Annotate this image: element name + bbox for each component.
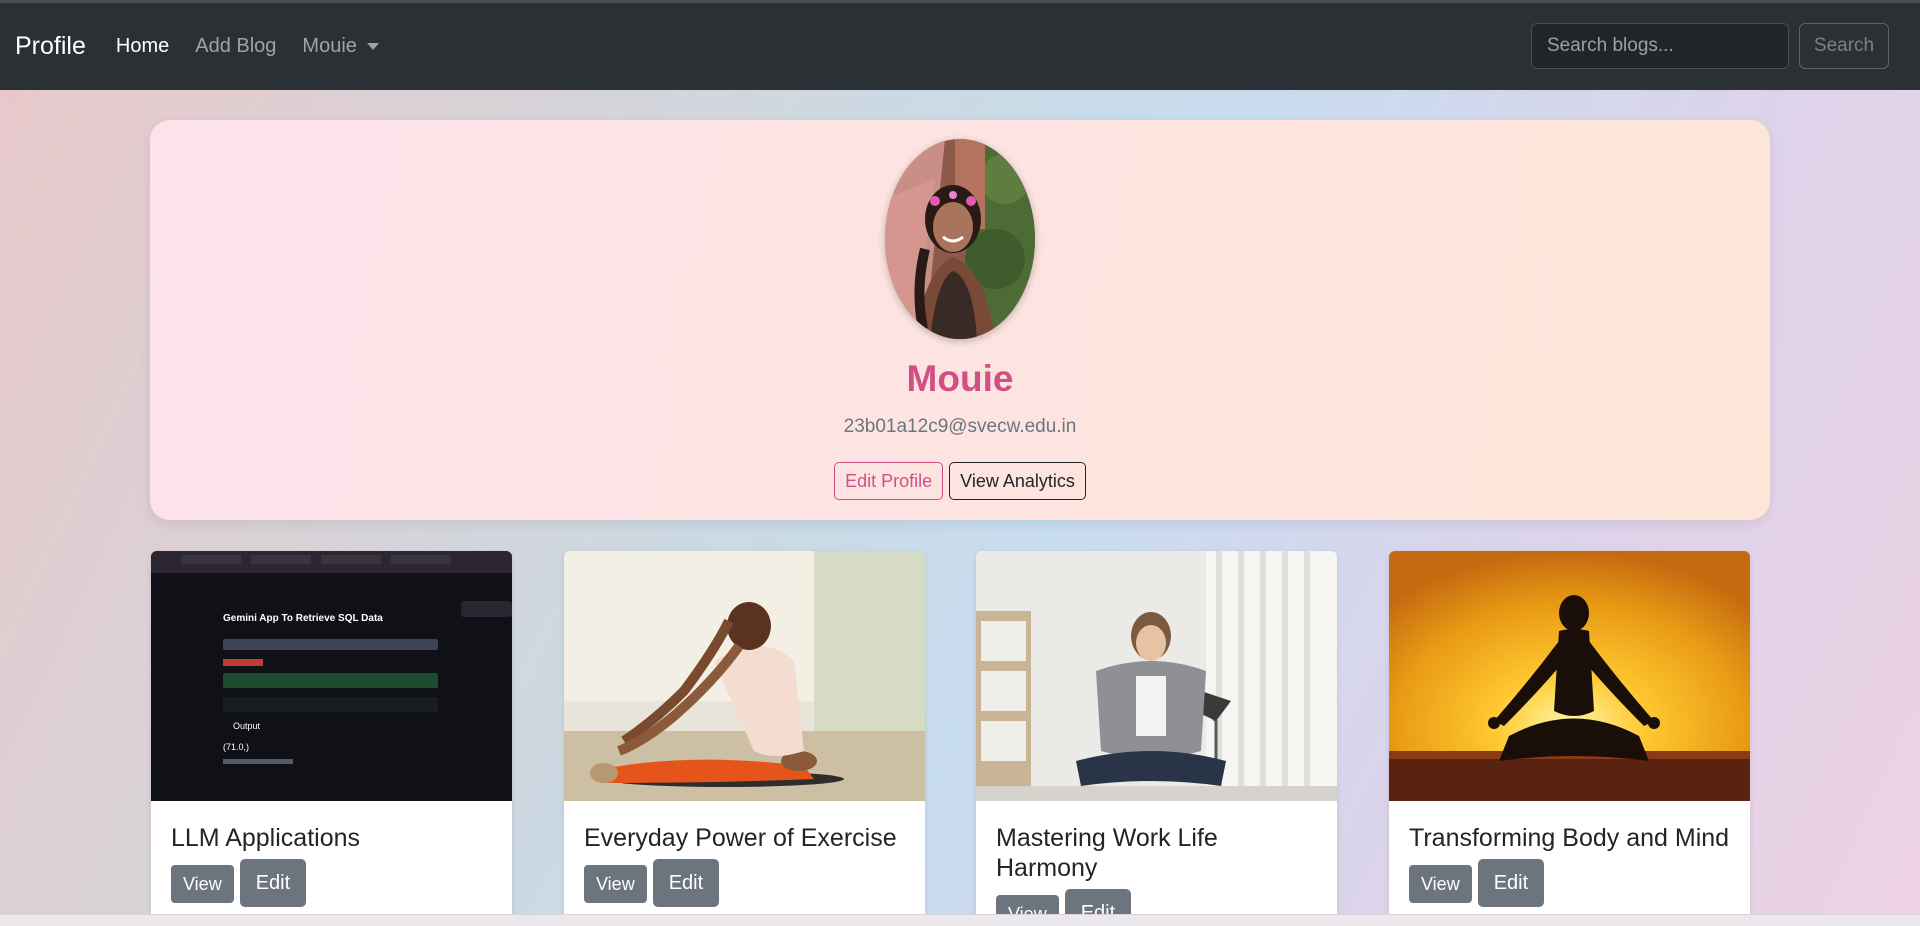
- search-button[interactable]: Search: [1799, 23, 1889, 69]
- chevron-down-icon: [366, 43, 379, 50]
- nav-dropdown-label: Mouie: [302, 35, 357, 57]
- nav-dropdown-user[interactable]: Mouie: [302, 35, 379, 58]
- work-life-photo: [976, 551, 1337, 801]
- nav-link-add-blog[interactable]: Add Blog: [195, 35, 276, 58]
- avatar-photo: [885, 139, 1035, 339]
- blog-card-title: Everyday Power of Exercise: [584, 824, 897, 852]
- blog-card-actions: View Edit: [1389, 853, 1750, 907]
- blog-card-title: Mastering Work Life Harmony: [996, 824, 1218, 882]
- avatar: [885, 139, 1035, 339]
- profile-card: Mouie 23b01a12c9@svecw.edu.in Edit Profi…: [150, 120, 1770, 520]
- blog-card-title: Transforming Body and Mind: [1409, 824, 1730, 852]
- llm-app-screenshot: Gemini App To Retrieve SQL Data Output (…: [151, 551, 512, 801]
- edit-button[interactable]: Edit: [652, 859, 720, 907]
- profile-email: 23b01a12c9@svecw.edu.in: [843, 416, 1077, 437]
- navbar-brand[interactable]: Profile: [15, 32, 86, 61]
- search-input[interactable]: [1531, 23, 1789, 69]
- profile-name: Mouie: [906, 358, 1014, 399]
- blog-card-image: [976, 551, 1337, 801]
- view-button[interactable]: View: [584, 865, 647, 903]
- view-button[interactable]: View: [171, 865, 234, 903]
- os-taskbar: [0, 914, 1920, 926]
- edit-profile-button[interactable]: Edit Profile: [834, 462, 944, 500]
- edit-button[interactable]: Edit: [1477, 859, 1545, 907]
- edit-button[interactable]: Edit: [239, 859, 307, 907]
- yoga-silhouette-photo: [1389, 551, 1750, 801]
- llm-app-title: Gemini App To Retrieve SQL Data: [223, 613, 383, 624]
- blog-card-image: [564, 551, 925, 801]
- nav-link-home[interactable]: Home: [116, 35, 169, 58]
- blog-card-image: Gemini App To Retrieve SQL Data Output (…: [151, 551, 512, 801]
- llm-output-value: (71.0,): [223, 742, 249, 752]
- blog-card-image: [1389, 551, 1750, 801]
- blog-card-title: LLM Applications: [171, 824, 361, 852]
- blog-card: Everyday Power of Exercise View Edit: [564, 551, 925, 926]
- blog-card-actions: View Edit: [151, 853, 512, 907]
- blog-card: Transforming Body and Mind View Edit: [1389, 551, 1750, 926]
- blog-card: Gemini App To Retrieve SQL Data Output (…: [151, 551, 512, 926]
- view-analytics-button[interactable]: View Analytics: [949, 462, 1086, 500]
- blog-card-actions: View Edit: [564, 853, 925, 907]
- llm-output-label: Output: [233, 721, 261, 731]
- navbar: Profile Home Add Blog Mouie Search: [0, 3, 1920, 90]
- view-button[interactable]: View: [1409, 865, 1472, 903]
- profile-actions: Edit Profile View Analytics: [150, 462, 1770, 500]
- exercise-photo: [564, 551, 925, 801]
- blog-card: Mastering Work Life Harmony View Edit: [976, 551, 1337, 926]
